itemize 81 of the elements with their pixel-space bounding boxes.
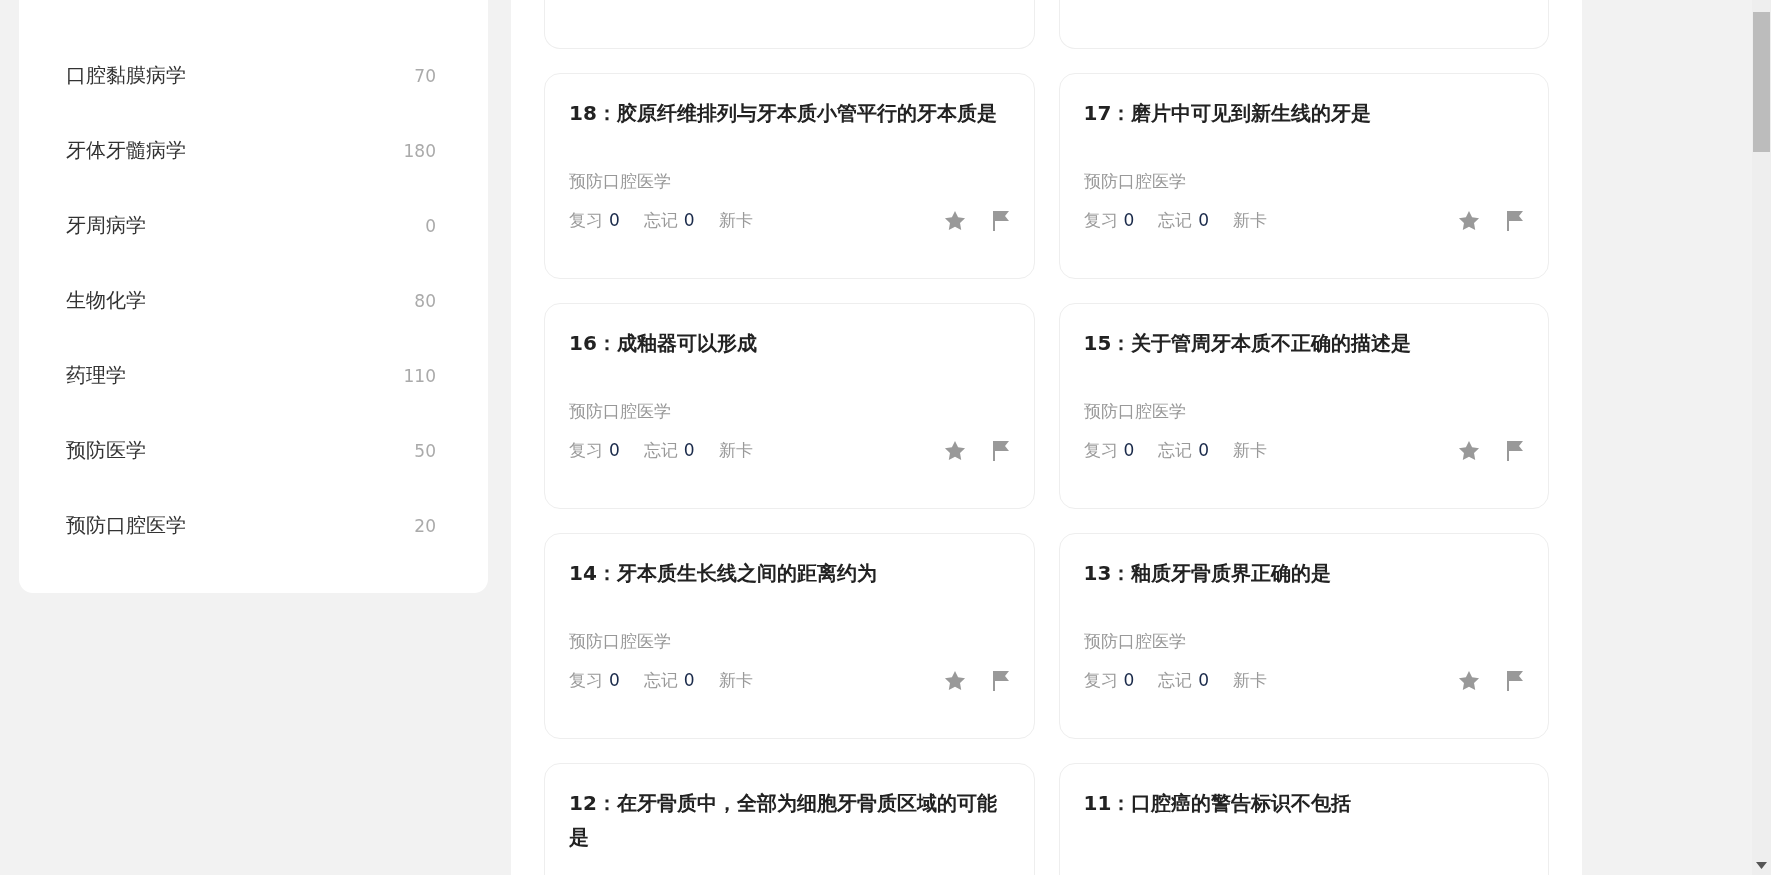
category-name[interactable]: 预防口腔医学 [66, 512, 186, 539]
question-card[interactable]: 18：胶原纤维排列与牙本质小管平行的牙本质是 预防口腔医学 复习 0 忘记 0 新卡 [544, 73, 1035, 279]
scrollbar[interactable] [1752, 0, 1771, 875]
forget-count: 0 [1198, 670, 1210, 690]
forget-count: 0 [683, 670, 695, 690]
review-label: 复习 [569, 440, 603, 460]
flag-icon[interactable] [991, 439, 1010, 462]
question-card[interactable]: 12：在牙骨质中，全部为细胞牙骨质区域的可能是 [544, 763, 1035, 875]
card-status: 新卡 [1233, 209, 1268, 232]
review-label: 复习 [1083, 210, 1118, 230]
subject-label: 预防口腔医学 [569, 170, 672, 193]
category-count: 80 [414, 290, 436, 311]
forget-count: 0 [683, 210, 695, 230]
category-name[interactable]: 牙周病学 [66, 212, 146, 239]
review-count: 0 [609, 670, 620, 690]
star-icon[interactable] [943, 440, 966, 461]
star-icon[interactable] [943, 670, 966, 691]
star-icon[interactable] [1458, 670, 1480, 691]
question-card[interactable]: 13：釉质牙骨质界正确的是 预防口腔医学 复习 0 忘记 0 新卡 [1058, 533, 1549, 739]
forget-label: 忘记 [1158, 440, 1193, 460]
subject-label: 预防口腔医学 [569, 400, 672, 423]
subject-label: 预防口腔医学 [1083, 170, 1187, 193]
review-count: 0 [609, 440, 620, 460]
question-title[interactable]: 15：关于管周牙本质不正确的描述是 [1083, 326, 1524, 394]
forget-label: 忘记 [643, 440, 678, 460]
category-name[interactable]: 口腔黏膜病学 [66, 62, 186, 89]
review-label: 复习 [569, 670, 603, 690]
category-name[interactable]: 药理学 [66, 362, 126, 389]
category-count: 110 [403, 365, 436, 386]
scroll-down-icon[interactable] [1756, 862, 1767, 869]
scrollbar-thumb[interactable] [1753, 12, 1770, 152]
card-status: 新卡 [718, 209, 753, 232]
card-status: 新卡 [1233, 669, 1268, 692]
forget-count: 0 [1198, 210, 1210, 230]
subject-label: 预防口腔医学 [1083, 400, 1187, 423]
review-label: 复习 [1083, 670, 1118, 690]
category-name[interactable]: 生物化学 [66, 287, 146, 314]
card-status: 新卡 [1233, 439, 1268, 462]
question-title[interactable]: 18：胶原纤维排列与牙本质小管平行的牙本质是 [569, 96, 1010, 164]
flag-icon[interactable] [1506, 439, 1524, 462]
category-count: 50 [414, 440, 436, 461]
question-title[interactable]: 12：在牙骨质中，全部为细胞牙骨质区域的可能是 [569, 786, 1010, 854]
forget-count: 0 [683, 440, 695, 460]
category-count: 180 [403, 140, 436, 161]
question-title[interactable]: 13：釉质牙骨质界正确的是 [1083, 556, 1524, 624]
forget-label: 忘记 [643, 210, 678, 230]
question-title[interactable]: 11：口腔癌的警告标识不包括 [1083, 786, 1524, 854]
flag-icon[interactable] [1506, 209, 1524, 232]
question-title[interactable]: 17：磨片中可见到新生线的牙是 [1083, 96, 1524, 164]
review-count: 0 [1123, 670, 1135, 690]
review-count: 0 [1123, 210, 1135, 230]
forget-label: 忘记 [1158, 210, 1193, 230]
question-title[interactable]: 14：牙本质生长线之间的距离约为 [569, 556, 1010, 624]
star-icon[interactable] [1458, 440, 1480, 461]
flag-icon[interactable] [991, 209, 1010, 232]
question-title[interactable]: 16：成釉器可以形成 [569, 326, 1010, 394]
review-count: 0 [609, 210, 620, 230]
question-card[interactable]: 17：磨片中可见到新生线的牙是 预防口腔医学 复习 0 忘记 0 新卡 [1058, 73, 1549, 279]
question-card[interactable]: 16：成釉器可以形成 预防口腔医学 复习 0 忘记 0 新卡 [544, 303, 1035, 509]
forget-label: 忘记 [643, 670, 678, 690]
review-count: 0 [1123, 440, 1135, 460]
question-card[interactable]: 14：牙本质生长线之间的距离约为 预防口腔医学 复习 0 忘记 0 新卡 [544, 533, 1035, 739]
forget-label: 忘记 [1158, 670, 1193, 690]
category-count: 70 [414, 65, 436, 86]
question-card[interactable]: 11：口腔癌的警告标识不包括 [1058, 763, 1549, 875]
question-card[interactable]: 15：关于管周牙本质不正确的描述是 预防口腔医学 复习 0 忘记 0 新卡 [1058, 303, 1549, 509]
flag-icon[interactable] [991, 669, 1010, 692]
category-name[interactable]: 预防医学 [66, 437, 146, 464]
card-status: 新卡 [718, 439, 753, 462]
forget-count: 0 [1198, 440, 1210, 460]
review-label: 复习 [569, 210, 603, 230]
subject-label: 预防口腔医学 [569, 630, 672, 653]
star-icon[interactable] [1458, 210, 1480, 231]
star-icon[interactable] [943, 210, 966, 231]
review-label: 复习 [1083, 440, 1118, 460]
flag-icon[interactable] [1506, 669, 1524, 692]
subject-label: 预防口腔医学 [1083, 630, 1187, 653]
category-count: 0 [425, 215, 436, 236]
category-name[interactable]: 牙体牙髓病学 [66, 137, 186, 164]
card-status: 新卡 [718, 669, 753, 692]
category-count: 20 [414, 515, 436, 536]
